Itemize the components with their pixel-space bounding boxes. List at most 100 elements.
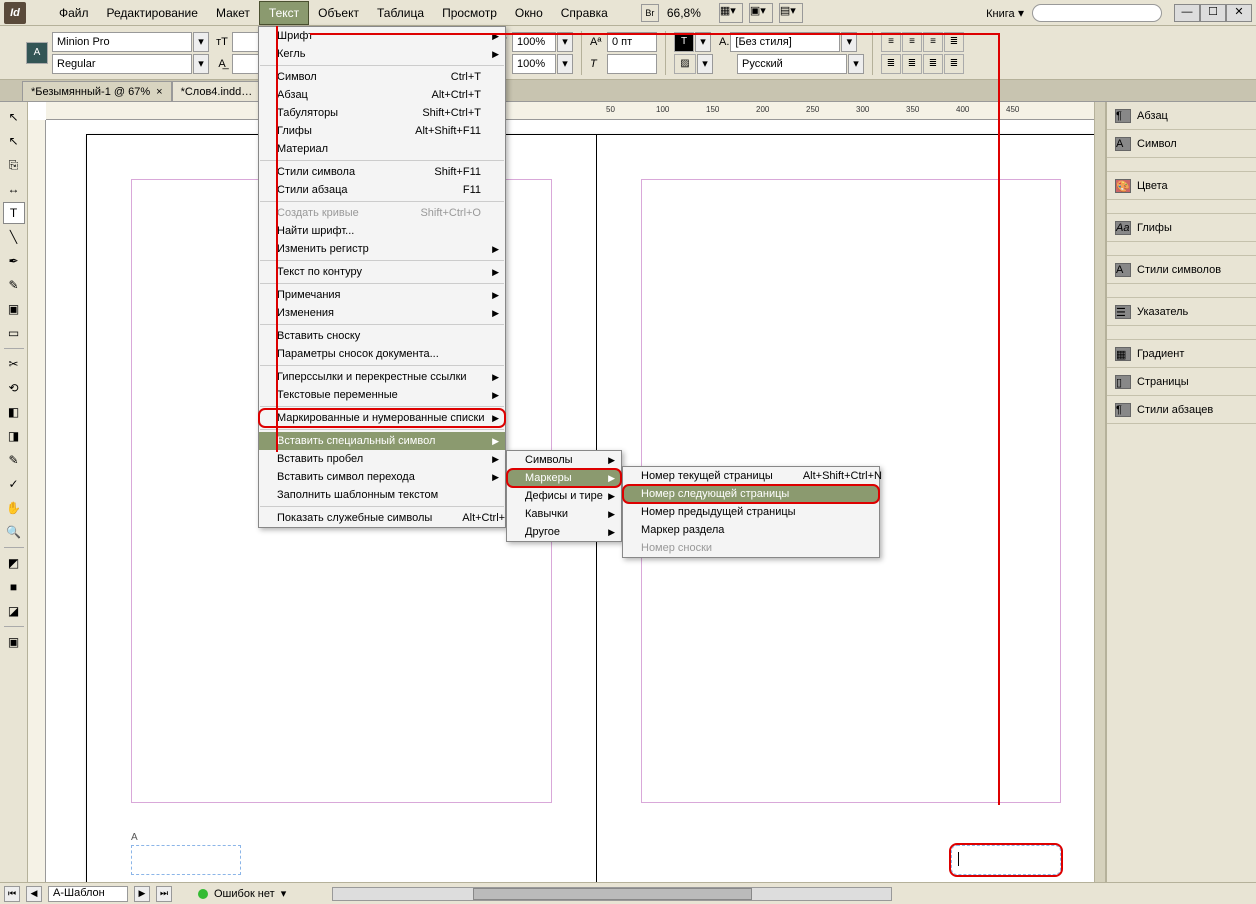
- arrange-icon[interactable]: ▣▾: [749, 3, 773, 23]
- fill-swatch[interactable]: T: [674, 32, 694, 52]
- hscale-dropdown[interactable]: ▾: [557, 54, 573, 74]
- justify-all-button[interactable]: ≣: [944, 54, 964, 74]
- menu-table[interactable]: Таблица: [368, 2, 433, 24]
- page-number-frame-left[interactable]: [131, 845, 241, 875]
- menu-object[interactable]: Объект: [309, 2, 368, 24]
- char-style-dropdown[interactable]: ▾: [841, 32, 857, 52]
- pen-tool[interactable]: ✒: [3, 250, 25, 272]
- direct-selection-tool[interactable]: ↖: [3, 130, 25, 152]
- menu-item[interactable]: Дефисы и тире▶: [507, 487, 621, 505]
- menu-item[interactable]: Вставить символ перехода▶: [259, 468, 505, 486]
- menu-item[interactable]: Текст по контуру▶: [259, 263, 505, 281]
- search-input[interactable]: [1032, 4, 1162, 22]
- align-right-button[interactable]: ≡: [923, 32, 943, 52]
- gradient-feather-tool[interactable]: ◨: [3, 425, 25, 447]
- stroke-swatch[interactable]: ▨: [674, 54, 696, 74]
- justify-button[interactable]: ≣: [944, 32, 964, 52]
- char-style-field[interactable]: [Без стиля]: [730, 32, 840, 52]
- workspace-switcher[interactable]: Книга ▾: [986, 6, 1024, 20]
- justify-left-button[interactable]: ≣: [881, 54, 901, 74]
- menu-item[interactable]: Найти шрифт...: [259, 222, 505, 240]
- hand-tool[interactable]: ✋: [3, 497, 25, 519]
- panel-parastyles[interactable]: ¶Стили абзацев: [1107, 396, 1256, 424]
- menu-item[interactable]: Стили абзацаF11: [259, 181, 505, 199]
- panel-color[interactable]: 🎨Цвета: [1107, 172, 1256, 200]
- menu-item[interactable]: Кавычки▶: [507, 505, 621, 523]
- selection-tool[interactable]: ↖: [3, 106, 25, 128]
- menu-item[interactable]: Номер текущей страницыAlt+Shift+Ctrl+N: [623, 467, 879, 485]
- chevron-down-icon[interactable]: ▾: [281, 887, 287, 900]
- skew-field[interactable]: [607, 54, 657, 74]
- screen-mode-tool[interactable]: ▣: [3, 631, 25, 653]
- page-number-frame-right[interactable]: [951, 845, 1061, 875]
- justify-center-button[interactable]: ≣: [902, 54, 922, 74]
- window-maximize[interactable]: ☐: [1200, 4, 1226, 22]
- type-tool[interactable]: T: [3, 202, 25, 224]
- panel-character[interactable]: AСимвол: [1107, 130, 1256, 158]
- menu-item[interactable]: Номер следующей страницы: [623, 485, 879, 503]
- doc-tab-1[interactable]: *Безымянный-1 @ 67%×: [22, 81, 172, 101]
- scissors-tool[interactable]: ✂: [3, 353, 25, 375]
- panel-index[interactable]: ☰Указатель: [1107, 298, 1256, 326]
- menu-item[interactable]: Вставить специальный символ▶: [259, 432, 505, 450]
- menu-text[interactable]: Текст: [259, 1, 309, 25]
- line-tool[interactable]: ╲: [3, 226, 25, 248]
- menu-item[interactable]: Текстовые переменные▶: [259, 386, 505, 404]
- bridge-button[interactable]: Br: [641, 4, 659, 22]
- menu-item[interactable]: СимволCtrl+T: [259, 68, 505, 86]
- menu-edit[interactable]: Редактирование: [98, 2, 207, 24]
- window-minimize[interactable]: —: [1174, 4, 1200, 22]
- menu-window[interactable]: Окно: [506, 2, 552, 24]
- screen-mode-icon[interactable]: ▦▾: [719, 3, 743, 23]
- menu-item[interactable]: Маркеры▶: [507, 469, 621, 487]
- rect-frame-tool[interactable]: ▣: [3, 298, 25, 320]
- menu-item[interactable]: Стили символаShift+F11: [259, 163, 505, 181]
- menu-item[interactable]: Гиперссылки и перекрестные ссылки▶: [259, 368, 505, 386]
- vscale-field[interactable]: 100%: [512, 32, 556, 52]
- panel-paragraph[interactable]: ¶Абзац: [1107, 102, 1256, 130]
- window-close[interactable]: ✕: [1226, 4, 1252, 22]
- menu-file[interactable]: Файл: [50, 2, 98, 24]
- menu-item[interactable]: Изменения▶: [259, 304, 505, 322]
- panel-collapse-bar[interactable]: [1094, 102, 1106, 882]
- gradient-swatch-tool[interactable]: ◧: [3, 401, 25, 423]
- pencil-tool[interactable]: ✎: [3, 274, 25, 296]
- menu-item[interactable]: Маркированные и нумерованные списки▶: [259, 409, 505, 427]
- eyedropper-tool[interactable]: ✓: [3, 473, 25, 495]
- baseline-field[interactable]: 0 пт: [607, 32, 657, 52]
- menu-item[interactable]: Другое▶: [507, 523, 621, 541]
- menu-layout[interactable]: Макет: [207, 2, 259, 24]
- menu-item[interactable]: Параметры сносок документа...: [259, 345, 505, 363]
- page-tool[interactable]: ⎘: [3, 154, 25, 176]
- hscale-field[interactable]: 100%: [512, 54, 556, 74]
- fill-stroke-tool[interactable]: ◩: [3, 552, 25, 574]
- menu-item[interactable]: Материал: [259, 140, 505, 158]
- language-field[interactable]: Русский: [737, 54, 847, 74]
- menu-item[interactable]: Заполнить шаблонным текстом: [259, 486, 505, 504]
- apply-none[interactable]: ◪: [3, 600, 25, 622]
- menu-item[interactable]: ГлифыAlt+Shift+F11: [259, 122, 505, 140]
- vscale-dropdown[interactable]: ▾: [557, 32, 573, 52]
- panel-charstyles[interactable]: AСтили символов: [1107, 256, 1256, 284]
- font-family-dropdown[interactable]: ▾: [193, 32, 209, 52]
- page-field[interactable]: А-Шаблон: [48, 886, 128, 902]
- menu-item[interactable]: Примечания▶: [259, 286, 505, 304]
- rect-tool[interactable]: ▭: [3, 322, 25, 344]
- panel-glyphs[interactable]: AaГлифы: [1107, 214, 1256, 242]
- menu-help[interactable]: Справка: [552, 2, 617, 24]
- menu-item[interactable]: Маркер раздела: [623, 521, 879, 539]
- menu-item[interactable]: Номер предыдущей страницы: [623, 503, 879, 521]
- prev-page-button[interactable]: ◀: [26, 886, 42, 902]
- horizontal-scrollbar[interactable]: [332, 887, 892, 901]
- menu-item[interactable]: Вставить сноску: [259, 327, 505, 345]
- font-style-field[interactable]: Regular: [52, 54, 192, 74]
- align-center-button[interactable]: ≡: [902, 32, 922, 52]
- menu-item[interactable]: Символы▶: [507, 451, 621, 469]
- view-options-icon[interactable]: ▤▾: [779, 3, 803, 23]
- char-format-toggle[interactable]: A: [26, 42, 48, 64]
- fill-dropdown[interactable]: ▾: [695, 32, 711, 52]
- font-family-field[interactable]: Minion Pro: [52, 32, 192, 52]
- stroke-dropdown[interactable]: ▾: [697, 54, 713, 74]
- menu-item[interactable]: АбзацAlt+Ctrl+T: [259, 86, 505, 104]
- scrollbar-thumb[interactable]: [473, 888, 752, 900]
